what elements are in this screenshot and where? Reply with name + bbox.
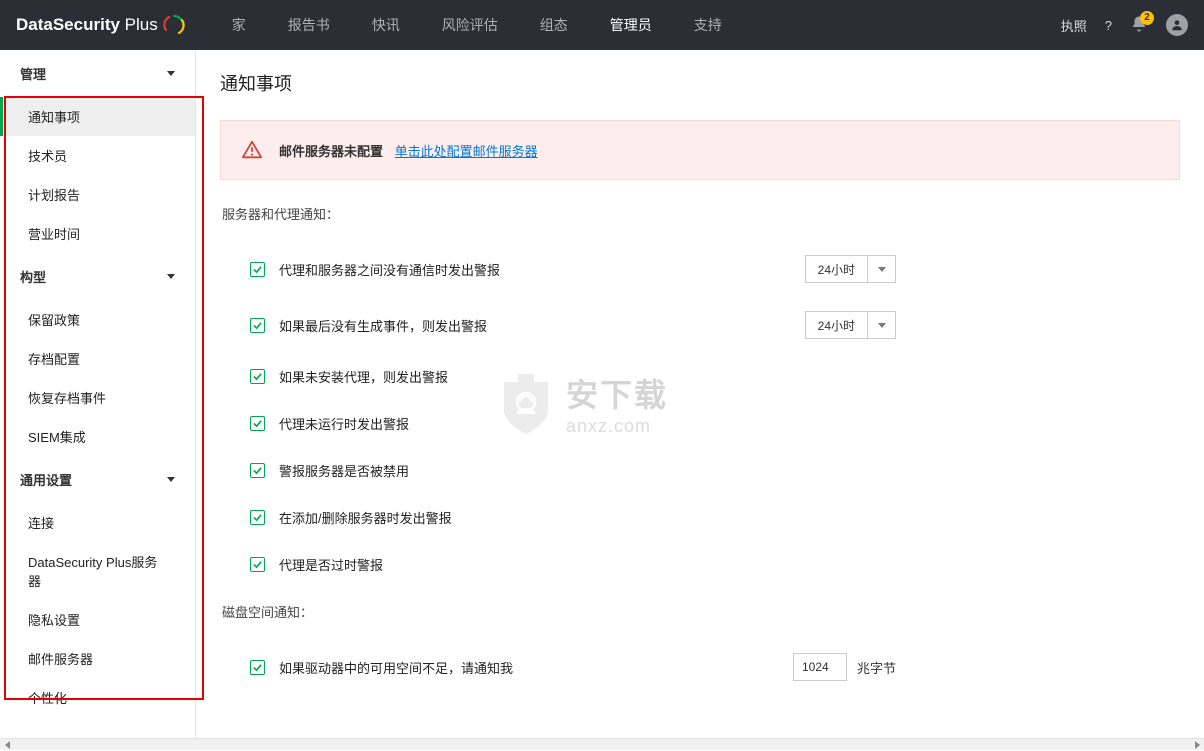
sidebar-item-0-1[interactable]: 技术员 [0,136,195,175]
main-content: 通知事项 邮件服务器未配置 单击此处配置邮件服务器 服务器和代理通知： 代理和服… [196,50,1204,738]
check-icon [253,321,262,330]
sidebar-item-1-1[interactable]: 存档配置 [0,339,195,378]
sidebar-item-1-2[interactable]: 恢复存档事件 [0,378,195,417]
nav-item-0[interactable]: 家 [226,1,252,49]
logo-sub: Plus [125,15,158,34]
top-nav: 家报告书快讯风险评估组态管理员支持 [226,1,1061,49]
sidebar-group-0[interactable]: 管理 [0,50,195,97]
nav-item-2[interactable]: 快讯 [366,1,406,49]
option-row-1: 如果最后没有生成事件，则发出警报 24小时 [220,297,1180,353]
check-icon [253,466,262,475]
chevron-down-icon [867,256,895,282]
sidebar-item-2-2[interactable]: 隐私设置 [0,600,195,639]
notifications-button[interactable]: 2 [1130,15,1148,36]
checkbox-4[interactable] [250,463,265,478]
sidebar-group-2[interactable]: 通用设置 [0,456,195,503]
logo-swirl-icon [162,13,186,37]
horizontal-scrollbar[interactable] [0,738,1204,750]
option-label: 警报服务器是否被禁用 [279,461,409,480]
option-label: 如果未安装代理，则发出警报 [279,367,448,386]
checkbox-5[interactable] [250,510,265,525]
option-row-5: 在添加/删除服务器时发出警报 [220,494,1180,541]
chevron-down-icon [167,274,175,279]
warning-icon [241,139,263,161]
checkbox-3[interactable] [250,416,265,431]
option-label: 如果驱动器中的可用空间不足，请通知我 [279,658,513,677]
check-icon [253,663,262,672]
chevron-down-icon [867,312,895,338]
checkbox-1[interactable] [250,318,265,333]
option-label: 代理是否过时警报 [279,555,383,574]
notification-badge: 2 [1140,11,1154,25]
time-select-0[interactable]: 24小时 [805,255,896,283]
nav-item-4[interactable]: 组态 [534,1,574,49]
nav-item-3[interactable]: 风险评估 [436,1,504,49]
help-link[interactable]: ? [1105,18,1112,33]
sidebar: 管理通知事项技术员计划报告营业时间构型保留政策存档配置恢复存档事件SIEM集成通… [0,50,196,738]
option-row-0: 代理和服务器之间没有通信时发出警报 24小时 [220,241,1180,297]
option-label: 如果最后没有生成事件，则发出警报 [279,316,487,335]
checkbox-disk-notify[interactable] [250,660,265,675]
page-title: 通知事项 [220,70,1180,96]
section-server-agent-title: 服务器和代理通知： [222,204,1180,223]
sidebar-item-0-3[interactable]: 营业时间 [0,214,195,253]
disk-unit-label: 兆字节 [857,658,896,677]
nav-item-6[interactable]: 支持 [688,1,728,49]
logo: DataSecurity Plus [16,13,186,37]
check-icon [253,265,262,274]
scroll-right-button[interactable] [1190,739,1204,751]
chevron-down-icon [167,477,175,482]
sidebar-item-2-3[interactable]: 邮件服务器 [0,639,195,678]
option-row-3: 代理未运行时发出警报 [220,400,1180,447]
checkbox-2[interactable] [250,369,265,384]
alert-config-link[interactable]: 单击此处配置邮件服务器 [395,144,538,159]
checkbox-6[interactable] [250,557,265,572]
option-row-4: 警报服务器是否被禁用 [220,447,1180,494]
disk-threshold-input[interactable]: 1024 [793,653,847,681]
check-icon [253,419,262,428]
checkbox-0[interactable] [250,262,265,277]
option-row-disk: 如果驱动器中的可用空间不足，请通知我 1024 兆字节 [220,639,1180,695]
sidebar-item-2-4[interactable]: 个性化 [0,678,195,717]
chevron-down-icon [167,71,175,76]
sidebar-item-0-2[interactable]: 计划报告 [0,175,195,214]
sidebar-item-0-0[interactable]: 通知事项 [0,97,195,136]
option-label: 代理未运行时发出警报 [279,414,409,433]
check-icon [253,560,262,569]
header-right: 执照 ? 2 [1061,14,1188,36]
sidebar-item-2-0[interactable]: 连接 [0,503,195,542]
time-select-1[interactable]: 24小时 [805,311,896,339]
license-link[interactable]: 执照 [1061,16,1087,35]
alert-message: 邮件服务器未配置 [279,144,383,159]
option-label: 在添加/删除服务器时发出警报 [279,508,452,527]
nav-item-5[interactable]: 管理员 [604,1,658,49]
sidebar-item-1-0[interactable]: 保留政策 [0,300,195,339]
top-header: DataSecurity Plus 家报告书快讯风险评估组态管理员支持 执照 ?… [0,0,1204,50]
nav-item-1[interactable]: 报告书 [282,1,336,49]
alert-banner: 邮件服务器未配置 单击此处配置邮件服务器 [220,120,1180,180]
sidebar-item-1-3[interactable]: SIEM集成 [0,417,195,456]
check-icon [253,372,262,381]
sidebar-group-1[interactable]: 构型 [0,253,195,300]
scroll-left-button[interactable] [0,739,14,751]
option-row-2: 如果未安装代理，则发出警报 [220,353,1180,400]
check-icon [253,513,262,522]
option-label: 代理和服务器之间没有通信时发出警报 [279,260,500,279]
option-row-6: 代理是否过时警报 [220,541,1180,588]
user-icon [1170,18,1184,32]
logo-main: DataSecurity [16,15,120,34]
user-avatar[interactable] [1166,14,1188,36]
sidebar-item-2-1[interactable]: DataSecurity Plus服务器 [0,542,195,600]
section-disk-title: 磁盘空间通知： [222,602,1180,621]
